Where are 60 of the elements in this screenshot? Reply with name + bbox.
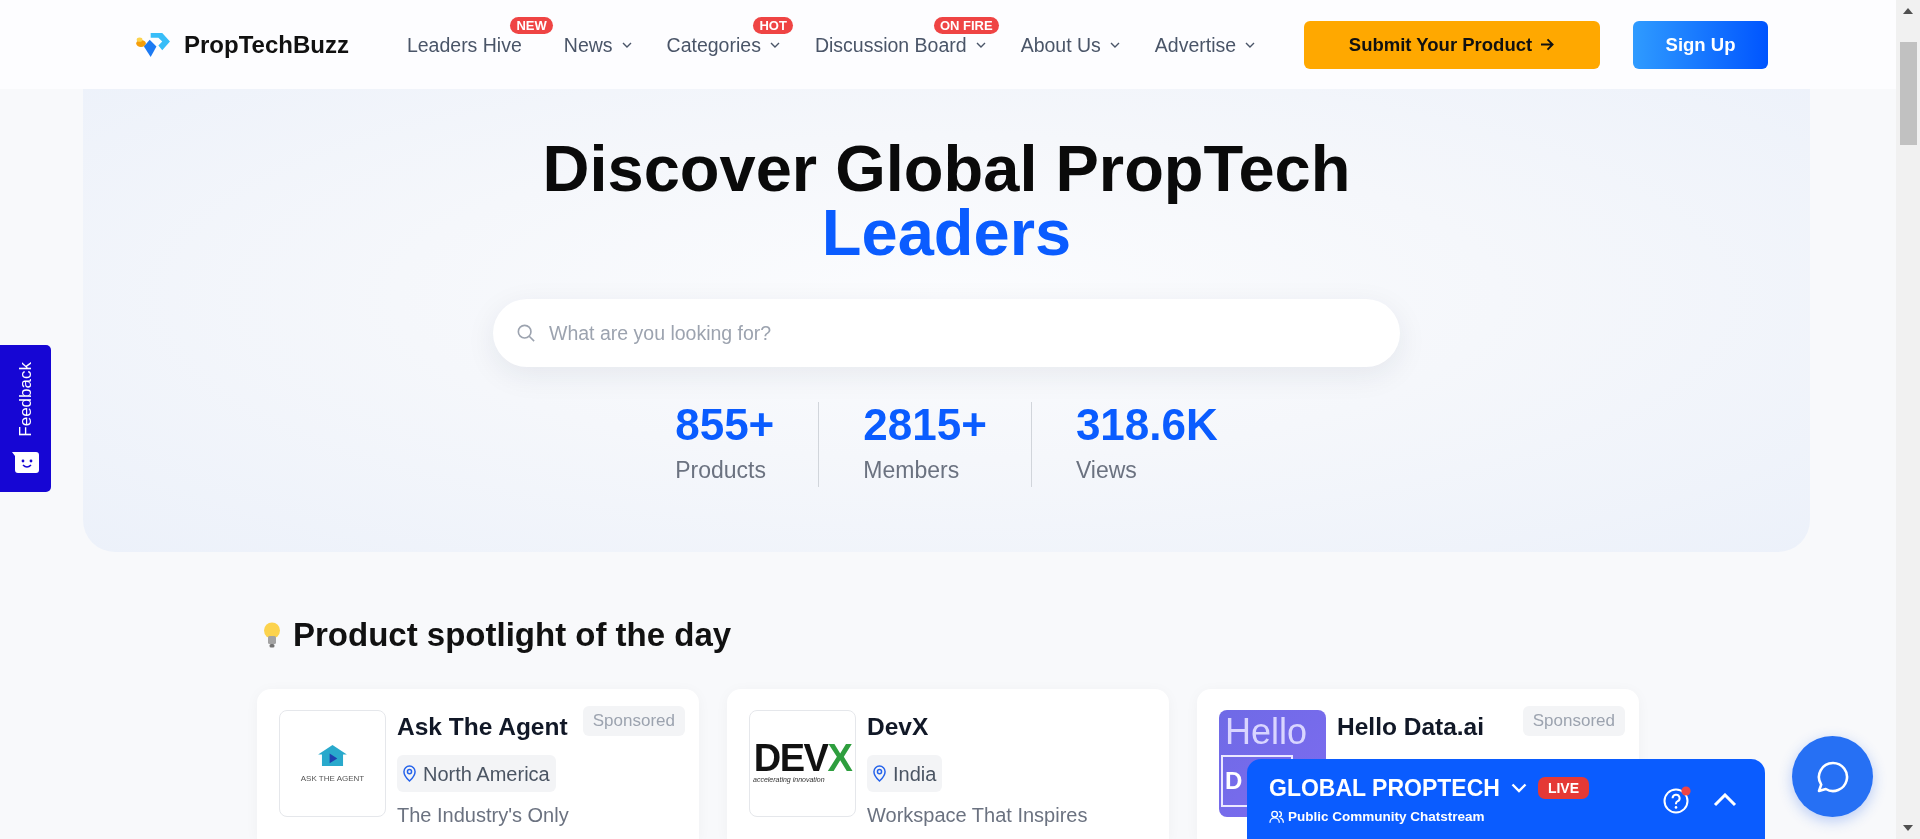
triangle-down-icon[interactable] [1903,825,1913,831]
chat-button[interactable] [1792,736,1873,817]
stat-label: Members [863,456,961,485]
chat-bubble-icon [1815,759,1850,794]
nav-link[interactable]: Categories [666,34,780,55]
chevron-up-icon[interactable] [1713,793,1737,807]
chevron-down-icon [621,41,632,48]
nav-link[interactable]: News [563,34,632,55]
people-icon [1269,810,1284,824]
sponsored-tag: Sponsored [1522,706,1625,736]
sign-up-button[interactable]: Sign Up [1633,20,1768,69]
logo-text: Hello [1225,713,1308,751]
channel-selector[interactable]: GLOBAL PROPTECH [1269,774,1527,802]
help-icon[interactable] [1663,786,1691,814]
search-icon [517,324,535,342]
scrollbar[interactable] [1896,0,1920,839]
triangle-up-icon[interactable] [1903,8,1913,14]
submit-product-button[interactable]: Submit Your Product [1304,20,1600,69]
stat-label: Products [675,456,767,485]
logo-letter: D [1225,767,1243,795]
nav-badge: HOT [753,16,793,34]
chevron-down-icon [975,41,986,48]
smiley-chat-icon [12,451,39,473]
scrollbar-thumb[interactable] [1899,42,1917,145]
stat-label: Views [1075,456,1138,485]
product-name[interactable]: Hello Data.ai [1337,712,1485,742]
product-description: Workspace That Inspires [867,803,1089,828]
sponsored-tag: Sponsored [582,706,685,736]
location-text: North America [423,761,550,786]
logo-text: ASK THE AGENT [300,774,365,783]
feedback-tab[interactable]: Feedback [0,345,51,492]
search-field[interactable]: What are you looking for? [493,299,1400,367]
live-badge: LIVE [1537,777,1589,799]
arrow-right-icon [1540,38,1556,51]
brand-logo-link[interactable]: PropTechBuzz [135,30,349,59]
product-name[interactable]: DevX [867,712,929,742]
stat-value: 2815+ [863,402,987,448]
stat-value: 855+ [675,402,775,448]
product-description: The Industry's Only [397,803,570,828]
chevron-down-icon [769,41,780,48]
logo-wordmark: DEVX [753,743,852,773]
chevron-down-icon [1245,41,1256,48]
map-pin-icon [873,765,886,782]
nav-link[interactable]: Discussion Board [814,34,986,55]
nav-link[interactable]: About Us [1020,34,1120,55]
nav-badge: ON FIRE [933,16,999,34]
chat-subtitle: Public Community Chatstream [1288,808,1485,826]
nav-link[interactable]: Leaders Hive [406,34,522,55]
location-text: India [893,761,937,786]
nav-link[interactable]: Advertise [1154,34,1256,55]
chevron-down-icon [1109,41,1120,48]
product-name[interactable]: Ask The Agent [397,712,568,742]
chevron-down-icon [1510,783,1527,793]
stat-value: 318.6K [1075,402,1218,448]
house-play-icon [317,744,348,767]
nav-badge: NEW [510,16,553,34]
light-bulb-icon [263,622,281,648]
section-title: Product spotlight of the day [293,616,732,654]
hero-title: Discover Global PropTech Leaders [542,137,1351,265]
map-pin-icon [403,765,416,782]
